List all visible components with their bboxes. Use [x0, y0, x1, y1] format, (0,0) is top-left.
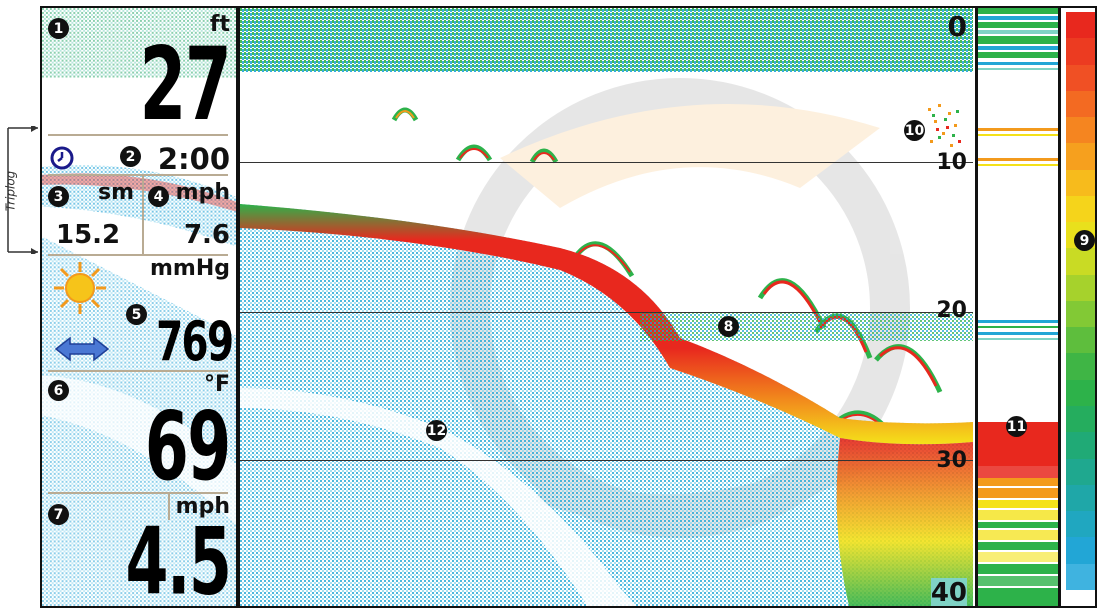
callout-badge-6: 6 [48, 380, 69, 401]
depth-line-10 [240, 162, 973, 163]
callout-badge-11: 11 [1006, 416, 1027, 437]
callout-badge-1: 1 [48, 18, 69, 39]
callout-badge-5: 5 [126, 304, 147, 325]
sonar-returns [240, 8, 973, 606]
callout-badge-10: 10 [904, 120, 925, 141]
depth-line-20 [240, 312, 973, 313]
depth-line-30 [240, 460, 973, 461]
callout-badge-2: 2 [120, 146, 141, 167]
distance-unit: sm [98, 180, 135, 205]
depth-label-40: 40 [930, 578, 967, 606]
callout-badge-4: 4 [148, 186, 169, 207]
surface-clutter-dots [928, 104, 961, 147]
divider [48, 134, 228, 136]
depth-label-30: 30 [936, 448, 967, 473]
clock-icon [50, 146, 74, 170]
pressure-unit: mmHg [149, 256, 230, 281]
callout-badge-8: 8 [718, 316, 739, 337]
sonar-history: 0 10 20 30 40 8 10 12 [240, 8, 973, 606]
readout-panel: 1 ft 27 2 2:00 3 sm 4 mph 15.2 7.6 mmHg [42, 8, 240, 606]
speed-unit: mph [175, 180, 230, 205]
color-bar [1066, 12, 1095, 590]
callout-badge-7: 7 [48, 504, 69, 525]
callout-badge-9: 9 [1074, 230, 1095, 251]
sun-icon [54, 262, 106, 314]
speed-value: 7.6 [183, 220, 230, 250]
divider [48, 370, 228, 372]
depth-value: 27 [139, 25, 231, 144]
divider [142, 176, 144, 254]
pressure-value: 769 [155, 310, 234, 373]
sonar-display: 1 ft 27 2 2:00 3 sm 4 mph 15.2 7.6 mmHg [40, 6, 1097, 608]
divider [48, 174, 228, 176]
temperature-value: 69 [145, 391, 231, 502]
callout-badge-12: 12 [426, 420, 447, 441]
wind-value: 4.5 [125, 507, 231, 606]
triplog-label: Triplog [3, 170, 18, 212]
real-time-sonar-bar: 11 [975, 8, 1061, 606]
distance-value: 15.2 [56, 220, 121, 250]
callout-badge-3: 3 [48, 186, 69, 207]
time-value: 2:00 [157, 142, 230, 176]
depth-label-20: 20 [936, 298, 967, 323]
depth-label-0: 0 [947, 10, 967, 43]
double-arrow-icon [54, 336, 110, 362]
